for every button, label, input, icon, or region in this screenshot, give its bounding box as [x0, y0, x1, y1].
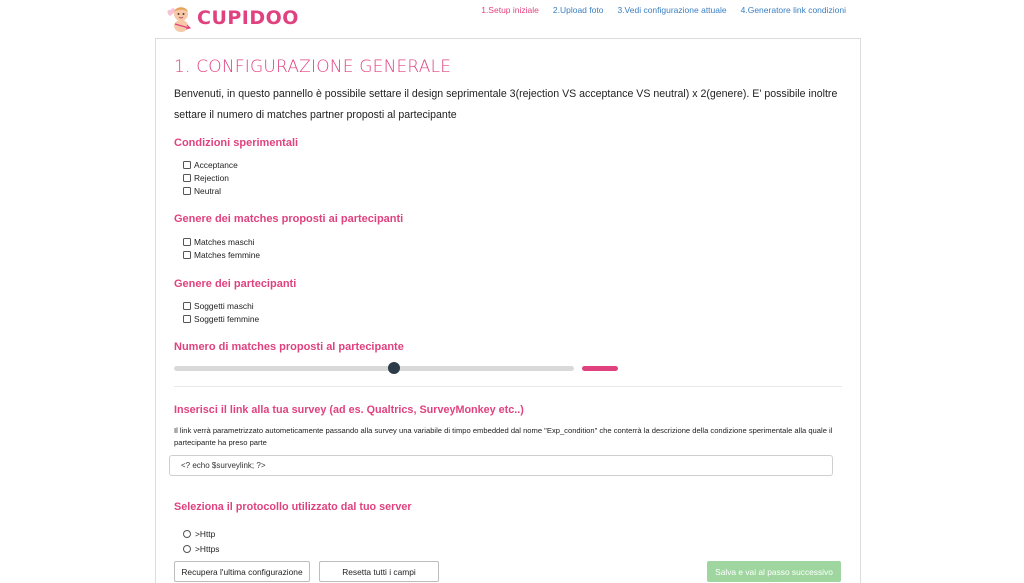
checkbox-box[interactable] [183, 174, 191, 182]
nav-step-upload[interactable]: 2.Upload foto [553, 5, 604, 15]
intro-text: Benvenuti, in questo pannello è possibil… [174, 88, 838, 121]
checkbox-matches-female[interactable]: Matches femmine [183, 249, 260, 261]
page-title: 1. CONFIGURAZIONE GENERALE [174, 57, 452, 77]
nav-step-links[interactable]: 4.Generatore link condizioni [741, 5, 846, 15]
nav-step-config[interactable]: 3.Vedi configurazione attuale [617, 5, 726, 15]
checkbox-label: Acceptance [194, 160, 238, 170]
survey-link-input[interactable] [169, 455, 833, 476]
brand-logo[interactable]: CUPIDOO [165, 2, 299, 34]
participant-gender-heading: Genere dei partecipanti [174, 278, 297, 290]
radio-circle[interactable] [183, 530, 191, 538]
brand-name: CUPIDOO [197, 7, 299, 29]
checkbox-label: Matches femmine [194, 250, 261, 260]
checkbox-label: Soggetti maschi [194, 301, 254, 311]
checkbox-label: Soggetti femmine [194, 314, 260, 324]
radio-label: >Https [195, 544, 220, 554]
checkbox-box[interactable] [183, 315, 191, 323]
matches-count-slider[interactable] [174, 362, 574, 374]
checkbox-subjects-male[interactable]: Soggetti maschi [183, 300, 254, 312]
checkbox-label: Matches maschi [194, 237, 255, 247]
cupid-icon [165, 3, 195, 33]
step-nav: 1.Setup iniziale 2.Upload foto 3.Vedi co… [481, 5, 846, 15]
checkbox-box[interactable] [183, 302, 191, 310]
nav-step-setup[interactable]: 1.Setup iniziale [481, 5, 539, 15]
protocol-heading: Seleziona il protocollo utilizzato dal t… [174, 501, 412, 513]
checkbox-box[interactable] [183, 238, 191, 246]
checkbox-acceptance[interactable]: Acceptance [183, 159, 238, 171]
section-divider [174, 386, 842, 387]
reset-fields-button[interactable]: Resetta tutti i campi [319, 561, 439, 582]
recover-config-button[interactable]: Recupera l'ultima configurazione [174, 561, 310, 582]
checkbox-box[interactable] [183, 251, 191, 259]
checkbox-neutral[interactable]: Neutral [183, 185, 221, 197]
radio-https[interactable]: >Https [183, 543, 219, 555]
survey-heading: Inserisci il link alla tua survey (ad es… [174, 404, 524, 416]
save-next-button[interactable]: Salva e vai al passo successivo [707, 561, 841, 582]
checkbox-subjects-female[interactable]: Soggetti femmine [183, 313, 259, 325]
conditions-heading: Condizioni sperimentali [174, 137, 299, 149]
radio-circle[interactable] [183, 545, 191, 553]
radio-http[interactable]: >Http [183, 528, 215, 540]
top-bar: CUPIDOO 1.Setup iniziale 2.Upload foto 3… [0, 0, 1024, 38]
survey-help-text: Il link verrà parametrizzato autometicam… [174, 426, 833, 447]
checkbox-box[interactable] [183, 187, 191, 195]
checkbox-label: Neutral [194, 186, 221, 196]
slider-thumb[interactable] [388, 362, 400, 374]
slider-value-bar [582, 366, 618, 371]
checkbox-box[interactable] [183, 161, 191, 169]
config-panel: 1. CONFIGURAZIONE GENERALE Benvenuti, in… [155, 38, 861, 583]
checkbox-rejection[interactable]: Rejection [183, 172, 229, 184]
checkbox-matches-male[interactable]: Matches maschi [183, 236, 255, 248]
match-gender-heading: Genere dei matches proposti ai partecipa… [174, 213, 404, 225]
matches-count-heading: Numero di matches proposti al partecipan… [174, 341, 404, 353]
checkbox-label: Rejection [194, 173, 229, 183]
radio-label: >Http [195, 529, 216, 539]
